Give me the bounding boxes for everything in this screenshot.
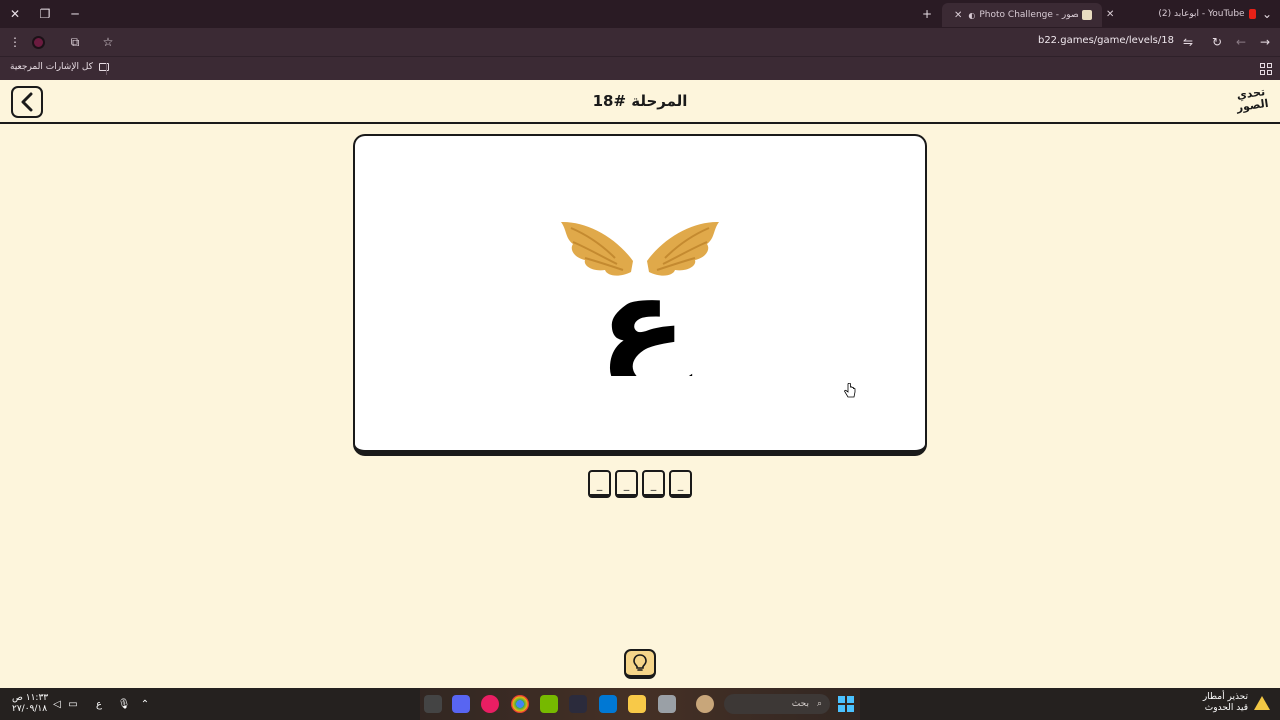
tab-speaker-icon: ◐ — [968, 10, 976, 20]
reload-icon[interactable]: ↻ — [1208, 34, 1226, 50]
network-icon[interactable]: ▭ — [66, 697, 80, 711]
url-field[interactable]: b22.games/game/levels/18 — [1038, 35, 1174, 46]
back-button[interactable] — [11, 86, 43, 118]
close-window-icon[interactable]: ✕ — [4, 4, 26, 24]
taskbar-app-window-icon[interactable] — [658, 695, 676, 713]
game-logo[interactable]: تحدي الصور — [1232, 85, 1272, 119]
weather-widget[interactable]: تحذير أمطار قيد الحدوث — [1203, 692, 1270, 714]
tab-title: Photo Challenge - تحدي الصور — [979, 10, 1079, 20]
taskbar-app-media-icon[interactable] — [481, 695, 499, 713]
folder-icon — [98, 63, 109, 71]
new-tab-icon[interactable]: + — [916, 4, 938, 24]
taskbar-search-box[interactable]: بحث ⌕ — [724, 694, 830, 714]
taskbar-app-file-explorer-icon[interactable] — [628, 695, 646, 713]
browser-address-bar: ⋮ ⧉ ☆ b22.games/game/levels/18 ⇋ ↻ ← → — [0, 28, 1280, 56]
answer-slot[interactable]: _ — [588, 470, 611, 498]
chevron-left-icon — [21, 92, 33, 112]
taskbar-clock[interactable]: ١١:٣٣ ص ٢٧/٠٩/١٨ — [12, 693, 48, 715]
answer-slot[interactable]: _ — [642, 470, 665, 498]
close-tab-icon[interactable]: ✕ — [1106, 9, 1114, 20]
puzzle-picture-card: ع — [353, 134, 927, 456]
microphone-icon[interactable]: 🎙 — [117, 697, 131, 711]
clock-time: ١١:٣٣ ص — [12, 693, 49, 703]
apps-grid-icon[interactable] — [1260, 63, 1272, 75]
bookmarks-divider — [106, 63, 107, 75]
weather-line-2: قيد الحدوث — [1204, 703, 1248, 713]
tab-title: (2) ابوعابد - YouTube — [1158, 9, 1245, 19]
hand-cursor-icon — [844, 383, 856, 398]
youtube-favicon — [1248, 9, 1256, 19]
taskbar-app-discord-icon[interactable] — [452, 695, 470, 713]
taskbar-app-chrome-icon[interactable] — [511, 695, 529, 713]
restore-window-icon[interactable]: ❐ — [34, 4, 56, 24]
close-tab-icon[interactable]: ✕ — [954, 10, 962, 21]
taskbar-app-nvidia-icon[interactable] — [540, 695, 558, 713]
tab-youtube[interactable]: ✕ (2) ابوعابد - YouTube — [1100, 4, 1260, 24]
answer-slots: _ _ _ _ — [588, 470, 692, 498]
back-icon[interactable]: → — [1256, 34, 1274, 50]
browser-tab-bar: ✕ ❐ ─ + ✕ ◐ Photo Challenge - تحدي الصور… — [0, 0, 1280, 28]
tab-photo-challenge[interactable]: ✕ ◐ Photo Challenge - تحدي الصور — [942, 3, 1102, 27]
forward-icon[interactable]: ← — [1232, 34, 1250, 50]
level-title: المرحلة #18 — [592, 92, 688, 110]
tab-favicon — [1082, 10, 1092, 20]
hint-button[interactable] — [624, 649, 656, 679]
profile-avatar[interactable] — [32, 36, 45, 49]
taskbar-app-outlook-icon[interactable] — [599, 695, 617, 713]
answer-slot[interactable]: _ — [669, 470, 692, 498]
tray-chevron-up-icon[interactable]: ⌃ — [138, 697, 152, 711]
windows-taskbar: ١١:٣٣ ص ٢٧/٠٩/١٨ ▭ ◁ ع 🎙 ⌃ بحث ⌕ تحذير أ… — [0, 688, 1280, 720]
search-icon: ⌕ — [816, 699, 822, 709]
warning-icon — [1254, 696, 1270, 710]
clock-date: ٢٧/٠٩/١٨ — [12, 704, 48, 714]
bookmark-star-icon[interactable]: ☆ — [99, 34, 117, 50]
answer-slot[interactable]: _ — [615, 470, 638, 498]
menu-kebab-icon[interactable]: ⋮ — [6, 34, 24, 50]
volume-icon[interactable]: ◁ — [50, 697, 64, 711]
winged-letter-image: ع — [561, 221, 719, 376]
weather-line-1: تحذير أمطار — [1202, 692, 1248, 702]
taskbar-app-game-icon[interactable] — [569, 695, 587, 713]
all-bookmarks-folder[interactable]: كل الإشارات المرجعية — [10, 62, 109, 72]
logo-line-2: الصور — [1235, 96, 1270, 115]
letter-ain-glyph: ع — [599, 247, 693, 376]
search-placeholder: بحث — [791, 699, 809, 709]
game-page: المرحلة #18 تحدي الصور ع _ _ _ _ — [0, 80, 1280, 688]
taskbar-app-steam-icon[interactable] — [424, 695, 442, 713]
tab-search-chevron-icon[interactable]: ⌄ — [1256, 4, 1278, 24]
input-language[interactable]: ع — [92, 697, 106, 711]
site-settings-icon[interactable]: ⇋ — [1179, 34, 1197, 50]
minimize-window-icon[interactable]: ─ — [64, 4, 86, 24]
bookmarks-bar: كل الإشارات المرجعية — [0, 56, 1280, 80]
extensions-icon[interactable]: ⧉ — [66, 34, 84, 50]
taskbar-search-highlight-icon[interactable] — [696, 695, 714, 713]
lightbulb-icon — [633, 654, 647, 671]
game-header: المرحلة #18 تحدي الصور — [0, 80, 1280, 124]
bookmarks-folder-label: كل الإشارات المرجعية — [10, 62, 93, 72]
windows-start-icon[interactable] — [838, 696, 854, 712]
